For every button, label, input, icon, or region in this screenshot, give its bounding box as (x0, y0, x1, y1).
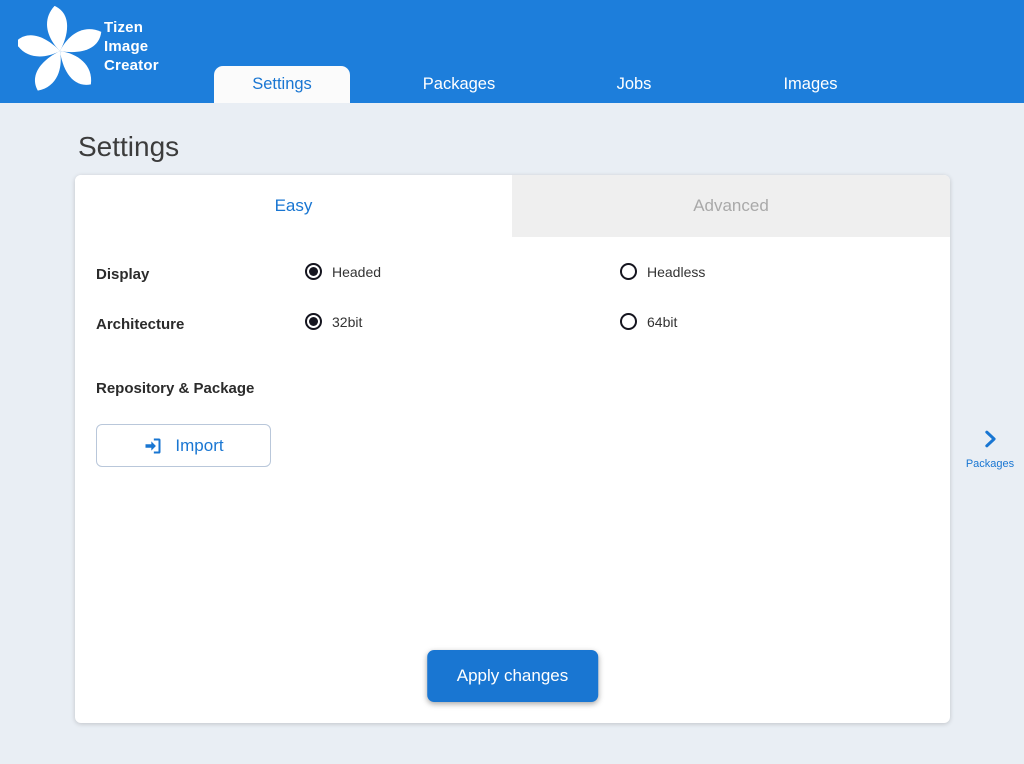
nav-tab-images[interactable]: Images (748, 66, 873, 103)
headed-radio-button[interactable] (305, 263, 322, 280)
headless-radio-label: Headless (647, 264, 705, 280)
tizen-image-creator-app: Tizen Image Creator Settings Packages Jo… (0, 0, 1024, 764)
32bit-radio-label: 32bit (332, 314, 362, 330)
app-logo-text: Tizen Image Creator (104, 18, 159, 75)
display-field-label: Display (96, 266, 149, 283)
chevron-right-icon[interactable] (979, 428, 1001, 450)
top-header-bar: Tizen Image Creator Settings Packages Jo… (0, 0, 1024, 103)
radio-option-64bit[interactable]: 64bit (620, 313, 677, 330)
logo-line-3: Creator (104, 56, 159, 75)
32bit-radio-button[interactable] (305, 313, 322, 330)
64bit-radio-button[interactable] (620, 313, 637, 330)
next-page-nav[interactable]: Packages (962, 428, 1018, 470)
logo-line-2: Image (104, 37, 159, 56)
headless-radio-button[interactable] (620, 263, 637, 280)
settings-card: Easy Advanced Display Headed Headless Ar… (75, 175, 950, 723)
nav-tab-packages[interactable]: Packages (384, 66, 534, 103)
import-button-label: Import (175, 436, 223, 456)
repository-package-section-title: Repository & Package (96, 380, 254, 397)
app-logo: Tizen Image Creator (18, 6, 159, 96)
architecture-field-label: Architecture (96, 316, 184, 333)
nav-tab-settings[interactable]: Settings (214, 66, 350, 103)
radio-option-headless[interactable]: Headless (620, 263, 705, 280)
page-title: Settings (78, 131, 179, 163)
tab-advanced[interactable]: Advanced (512, 175, 950, 237)
architecture-field-row: Architecture 32bit 64bit (75, 313, 950, 339)
import-button[interactable]: Import (96, 424, 271, 467)
radio-option-32bit[interactable]: 32bit (305, 313, 362, 330)
logo-line-1: Tizen (104, 18, 159, 37)
apply-changes-button[interactable]: Apply changes (427, 650, 599, 702)
import-icon (143, 436, 163, 456)
tab-easy[interactable]: Easy (75, 175, 512, 237)
64bit-radio-label: 64bit (647, 314, 677, 330)
display-field-row: Display Headed Headless (75, 263, 950, 289)
nav-tab-jobs[interactable]: Jobs (574, 66, 694, 103)
headed-radio-label: Headed (332, 264, 381, 280)
tizen-pinwheel-icon (18, 6, 102, 96)
radio-option-headed[interactable]: Headed (305, 263, 381, 280)
next-nav-label[interactable]: Packages (962, 458, 1018, 470)
